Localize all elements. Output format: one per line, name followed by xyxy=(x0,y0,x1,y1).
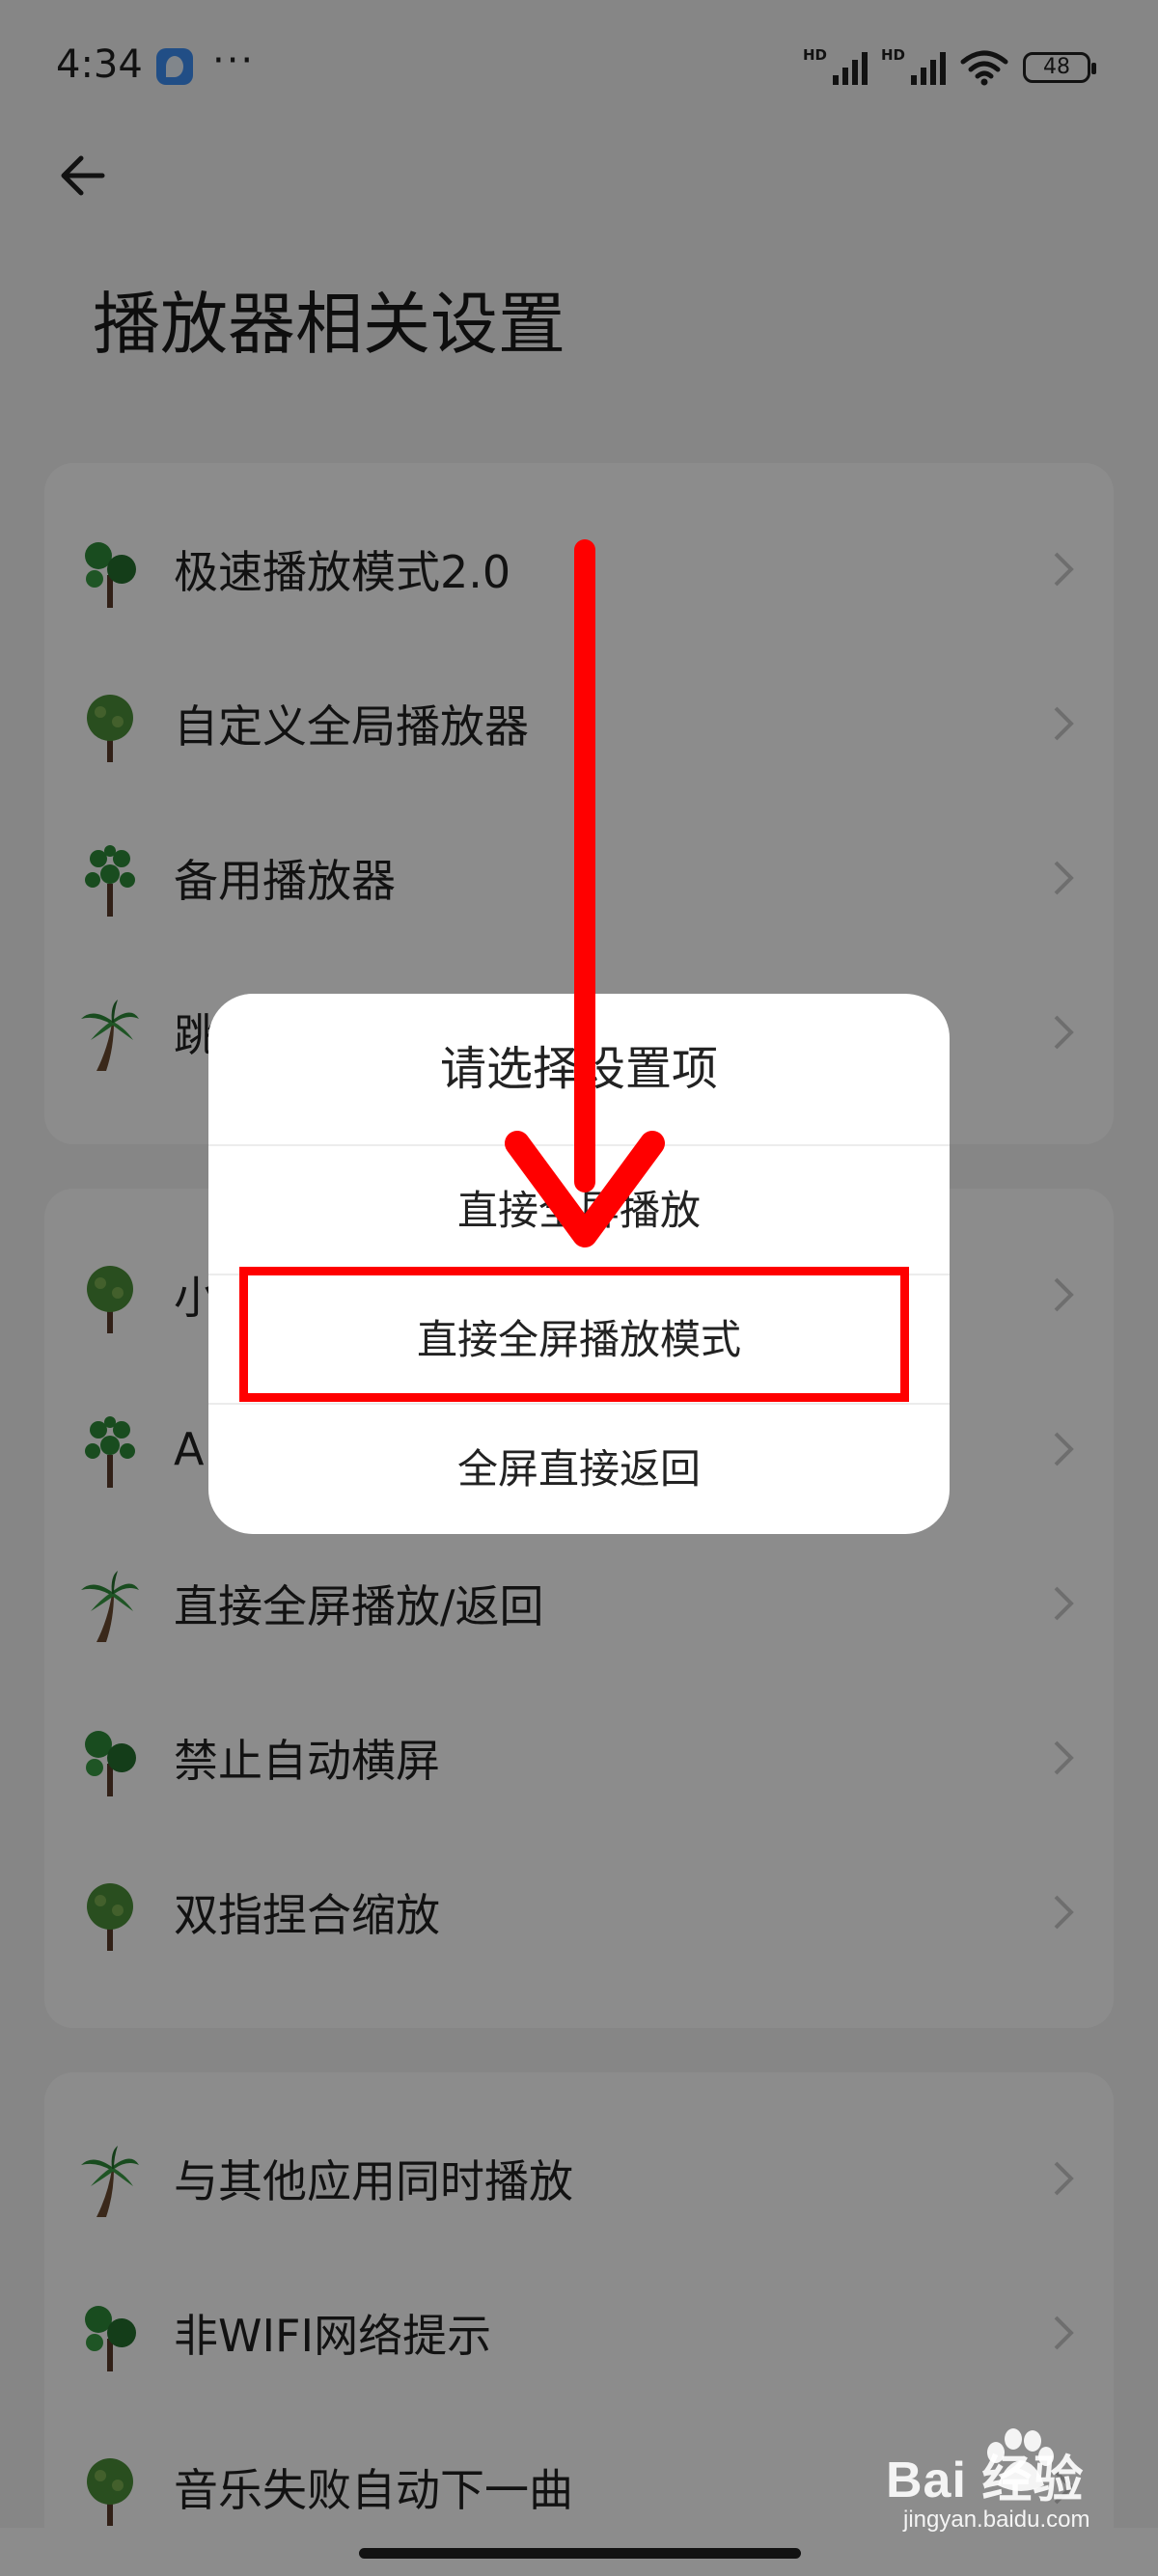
watermark-url: jingyan.baidu.com xyxy=(903,2507,1090,2533)
baidu-jingyan-watermark: Bai 经验 jingyan.baidu.com xyxy=(886,2428,1137,2545)
highlight-box xyxy=(239,1267,909,1402)
select-setting-dialog: 请选择设置项 直接全屏播放 直接全屏播放模式 全屏直接返回 xyxy=(208,994,950,1534)
dialog-title: 请选择设置项 xyxy=(439,1042,718,1096)
watermark-text: Bai 经验 xyxy=(886,2453,1085,2508)
dialog-option[interactable]: 直接全屏播放 xyxy=(208,1144,950,1275)
dialog-option[interactable]: 全屏直接返回 xyxy=(208,1403,950,1534)
